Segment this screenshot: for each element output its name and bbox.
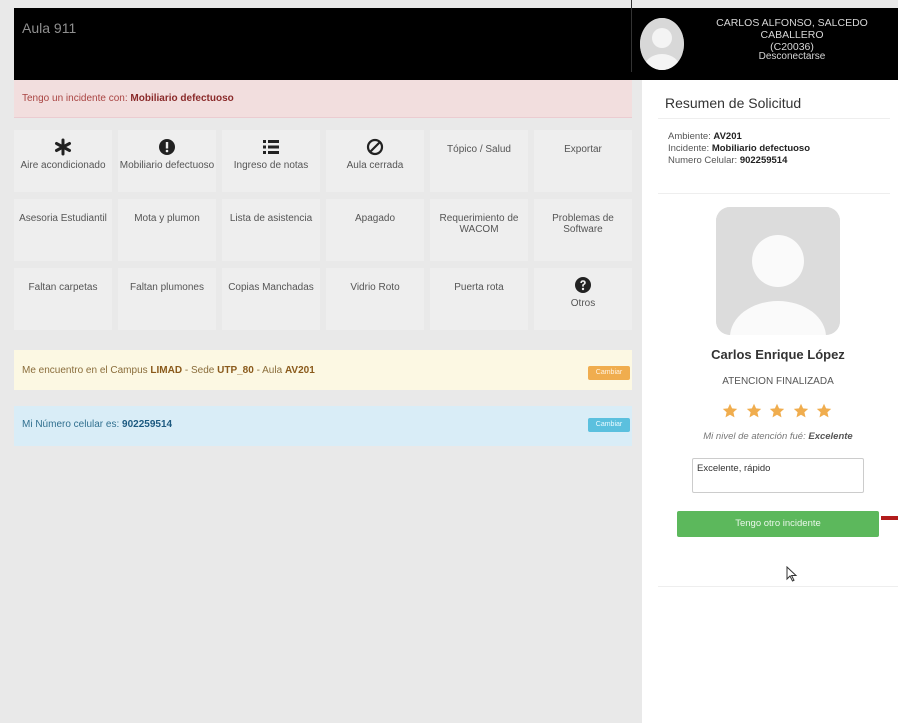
incident-prefix: Tengo un incidente con: bbox=[22, 93, 128, 104]
user-name: CARLOS ALFONSO, SALCEDO CABALLERO bbox=[716, 17, 868, 41]
phone-bar: Mi Número celular es: 902259514 bbox=[14, 406, 632, 446]
option-label: Asesoria Estudiantil bbox=[19, 213, 107, 224]
star-icon[interactable] bbox=[722, 403, 738, 419]
option-label: Exportar bbox=[564, 144, 602, 155]
star-icon[interactable] bbox=[793, 403, 809, 419]
option-9[interactable]: Lista de asistencia bbox=[222, 199, 320, 261]
phone-number: 902259514 bbox=[122, 419, 173, 430]
option-label: Mota y plumon bbox=[134, 213, 200, 224]
user-name-block: CARLOS ALFONSO, SALCEDO CABALLERO (C2003… bbox=[686, 17, 898, 53]
option-15[interactable]: Copias Manchadas bbox=[222, 268, 320, 330]
star-icon[interactable] bbox=[746, 403, 762, 419]
rating-value: Excelente bbox=[808, 431, 853, 442]
panel-divider-3 bbox=[658, 586, 898, 587]
aula-value: AV201 bbox=[284, 365, 315, 376]
summary-title: Resumen de Solicitud bbox=[665, 95, 802, 111]
exclamation-circle-icon bbox=[158, 138, 176, 156]
mouse-cursor-icon bbox=[786, 566, 798, 582]
star-icon[interactable] bbox=[769, 403, 785, 419]
option-label: Ingreso de notas bbox=[233, 160, 309, 171]
option-13[interactable]: Faltan carpetas bbox=[14, 268, 112, 330]
option-7[interactable]: Asesoria Estudiantil bbox=[14, 199, 112, 261]
option-11[interactable]: Requerimiento de WACOM bbox=[430, 199, 528, 261]
campus-value: LIMAD bbox=[150, 365, 183, 376]
new-incident-button[interactable]: Tengo otro incidente bbox=[677, 511, 879, 537]
option-label: Vidrio Roto bbox=[350, 282, 400, 293]
option-10[interactable]: Apagado bbox=[326, 199, 424, 261]
summary-divider-2 bbox=[658, 193, 890, 194]
option-8[interactable]: Mota y plumon bbox=[118, 199, 216, 261]
celular-label: Numero Celular: bbox=[668, 155, 738, 166]
incident-bar: Tengo un incidente con: Mobiliario defec… bbox=[14, 80, 632, 118]
agent-status: ATENCION FINALIZADA bbox=[722, 376, 834, 387]
logout-link[interactable]: Desconectarse bbox=[686, 51, 898, 62]
celular-value: 902259514 bbox=[739, 155, 788, 166]
option-label: Mobiliario defectuoso bbox=[119, 160, 215, 171]
option-label: Apagado bbox=[354, 213, 396, 224]
option-label: Tópico / Salud bbox=[447, 144, 511, 155]
campus-prefix: Me encuentro en el Campus bbox=[22, 365, 148, 376]
phone-prefix: Mi Número celular es: bbox=[22, 419, 120, 430]
option-2[interactable]: Mobiliario defectuoso bbox=[118, 130, 216, 192]
option-12[interactable]: Problemas de Software bbox=[534, 199, 632, 261]
asterisk-icon bbox=[54, 138, 72, 156]
option-label: Faltan carpetas bbox=[28, 282, 98, 293]
ambiente-value: AV201 bbox=[713, 131, 742, 142]
option-label: Faltan plumones bbox=[130, 282, 204, 293]
option-label: Problemas de Software bbox=[552, 213, 614, 235]
option-1[interactable]: Aire acondicionado bbox=[14, 130, 112, 192]
agent-photo bbox=[716, 207, 840, 335]
option-3[interactable]: Ingreso de notas bbox=[222, 130, 320, 192]
option-18[interactable]: Otros bbox=[534, 268, 632, 330]
option-5[interactable]: Tópico / Salud bbox=[430, 130, 528, 192]
option-6[interactable]: Exportar bbox=[534, 130, 632, 192]
option-14[interactable]: Faltan plumones bbox=[118, 268, 216, 330]
change-campus-button[interactable]: Cambiar bbox=[588, 366, 630, 380]
user-silhouette-icon bbox=[640, 18, 684, 70]
option-17[interactable]: Puerta rota bbox=[430, 268, 528, 330]
question-circle-icon bbox=[574, 276, 592, 294]
ambiente-label: Ambiente: bbox=[668, 131, 711, 142]
incidente-label: Incidente: bbox=[668, 143, 710, 154]
option-16[interactable]: Vidrio Roto bbox=[326, 268, 424, 330]
rating-stars bbox=[722, 403, 832, 419]
incidente-value: Mobiliario defectuoso bbox=[711, 143, 811, 154]
incident-value: Mobiliario defectuoso bbox=[130, 93, 234, 104]
red-arrow-marker bbox=[881, 516, 898, 520]
agent-silhouette-icon bbox=[716, 207, 840, 335]
header-divider bbox=[631, 0, 632, 72]
summary-divider bbox=[658, 118, 890, 119]
ban-icon bbox=[366, 138, 384, 156]
agent-name: Carlos Enrique López bbox=[711, 347, 845, 362]
sede-value: UTP_80 bbox=[217, 365, 254, 376]
rating-prefix: Mi nivel de atención fué: bbox=[703, 431, 806, 442]
list-icon bbox=[262, 138, 280, 156]
campus-bar: Me encuentro en el Campus LIMAD - Sede U… bbox=[14, 350, 632, 390]
option-label: Requerimiento de WACOM bbox=[439, 213, 519, 235]
sede-prefix: - Sede bbox=[184, 365, 215, 376]
option-label: Copias Manchadas bbox=[228, 282, 314, 293]
aula-prefix: - Aula bbox=[256, 365, 283, 376]
option-label: Puerta rota bbox=[454, 282, 504, 293]
star-icon[interactable] bbox=[816, 403, 832, 419]
comment-field[interactable]: Excelente, rápido bbox=[692, 458, 864, 493]
rating-text: Mi nivel de atención fué: Excelente bbox=[658, 431, 898, 442]
option-label: Otros bbox=[570, 298, 596, 309]
option-label: Lista de asistencia bbox=[229, 213, 313, 224]
app-title: Aula 911 bbox=[22, 20, 77, 36]
summary-panel bbox=[642, 80, 898, 723]
summary-info: Ambiente: AV201 Incidente: Mobiliario de… bbox=[668, 131, 810, 167]
option-label: Aire acondicionado bbox=[20, 160, 106, 171]
option-4[interactable]: Aula cerrada bbox=[326, 130, 424, 192]
user-avatar bbox=[640, 18, 684, 70]
option-label: Aula cerrada bbox=[346, 160, 404, 171]
change-phone-button[interactable]: Cambiar bbox=[588, 418, 630, 432]
